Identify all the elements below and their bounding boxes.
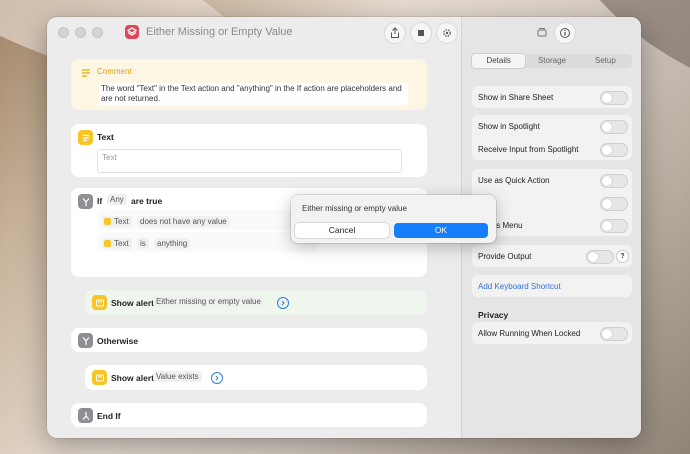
expand-chevron-icon[interactable] [211, 372, 223, 384]
condition-2-value[interactable]: anything [154, 238, 191, 249]
expand-chevron-icon[interactable] [277, 297, 289, 309]
text-input-placeholder: Text [102, 153, 117, 162]
share-sheet-group: Show in Share Sheet [472, 86, 632, 108]
variable-icon [104, 218, 111, 225]
shortcut-app-icon [125, 25, 139, 39]
cancel-button[interactable]: Cancel [295, 223, 389, 238]
close-button[interactable] [58, 26, 69, 38]
stop-button[interactable] [410, 22, 432, 44]
condition-2-operator[interactable]: is [137, 238, 149, 249]
spotlight-toggle[interactable] [600, 120, 628, 134]
info-button[interactable] [554, 22, 576, 44]
text-input-field[interactable]: Text [97, 149, 402, 173]
provide-output-toggle[interactable] [586, 250, 614, 264]
window-title: Either Missing or Empty Value [146, 26, 293, 38]
alert-icon [92, 295, 107, 310]
tab-setup[interactable]: Setup [579, 54, 632, 68]
end-if-action[interactable]: End If [71, 403, 427, 427]
provide-output-group: Provide Output ? [472, 245, 632, 267]
comment-icon [78, 65, 93, 80]
gear-icon [443, 29, 451, 37]
condition-2-variable[interactable]: Text [102, 238, 132, 249]
dialog-message: Either missing or empty value [302, 204, 407, 213]
otherwise-label: Otherwise [97, 336, 139, 346]
ok-button[interactable]: OK [394, 223, 488, 238]
share-sheet-label: Show in Share Sheet [478, 93, 554, 102]
condition-1-operator[interactable]: does not have any value [137, 216, 230, 227]
stop-icon [418, 30, 424, 36]
spotlight-group: Show in Spotlight Receive Input from Spo… [472, 115, 632, 160]
zoom-button[interactable] [92, 26, 103, 38]
library-button[interactable] [532, 22, 552, 42]
show-alert-label-2: Show alert [111, 373, 154, 383]
if-branch-icon [78, 194, 93, 209]
allow-running-locked-toggle[interactable] [600, 327, 628, 341]
alert-message-1[interactable]: Either missing or empty value [153, 296, 264, 307]
end-if-label: End If [97, 411, 121, 421]
quick-action-group: Use as Quick Action der vices Menu [472, 169, 632, 236]
comment-text[interactable]: The word "Text" in the Text action and "… [99, 83, 408, 105]
show-alert-label-1: Show alert [111, 298, 154, 308]
finder-toggle[interactable] [600, 197, 628, 211]
keyboard-shortcut-group: Add Keyboard Shortcut [472, 275, 632, 297]
window-controls [58, 26, 103, 38]
comment-label: Comment [97, 67, 132, 76]
end-if-branch-icon [78, 408, 93, 423]
comment-action[interactable]: Comment The word "Text" in the Text acti… [71, 59, 427, 110]
variable-icon [104, 240, 111, 247]
otherwise-branch-icon [78, 333, 93, 348]
info-icon [560, 28, 570, 38]
share-sheet-toggle[interactable] [600, 91, 628, 105]
receive-input-toggle[interactable] [600, 143, 628, 157]
spotlight-label: Show in Spotlight [478, 122, 540, 131]
alert-dialog: Either missing or empty value Cancel OK [291, 195, 496, 243]
services-menu-toggle[interactable] [600, 219, 628, 233]
alert-icon [92, 370, 107, 385]
settings-button[interactable] [436, 22, 458, 44]
text-action-label: Text [97, 132, 114, 142]
add-keyboard-shortcut-link[interactable]: Add Keyboard Shortcut [478, 282, 561, 291]
allow-running-locked-label: Allow Running When Locked [478, 329, 581, 338]
provide-output-label: Provide Output [478, 252, 532, 261]
alert-message-2[interactable]: Value exists [153, 371, 202, 382]
minimize-button[interactable] [75, 26, 86, 38]
quick-action-label: Use as Quick Action [478, 176, 550, 185]
show-alert-action-1[interactable]: Show alert Either missing or empty value [85, 290, 427, 315]
library-icon [537, 28, 547, 37]
tab-storage[interactable]: Storage [525, 54, 578, 68]
if-mode-selector[interactable]: Any [107, 194, 127, 205]
text-action[interactable]: Text Text [71, 124, 427, 177]
privacy-group: Allow Running When Locked [472, 322, 632, 344]
help-button[interactable]: ? [616, 250, 629, 263]
text-action-icon [78, 130, 93, 145]
if-label: If [97, 196, 103, 206]
if-suffix: are true [131, 196, 163, 206]
condition-1-variable[interactable]: Text [102, 216, 132, 227]
share-button[interactable] [384, 22, 406, 44]
quick-action-toggle[interactable] [600, 174, 628, 188]
receive-input-label: Receive Input from Spotlight [478, 145, 579, 154]
sidebar-tabs: Details Storage Setup [472, 54, 632, 68]
tab-details[interactable]: Details [472, 54, 526, 68]
privacy-heading: Privacy [478, 310, 509, 320]
show-alert-action-2[interactable]: Show alert Value exists [85, 365, 427, 390]
share-icon [391, 27, 399, 38]
otherwise-action[interactable]: Otherwise [71, 328, 427, 352]
